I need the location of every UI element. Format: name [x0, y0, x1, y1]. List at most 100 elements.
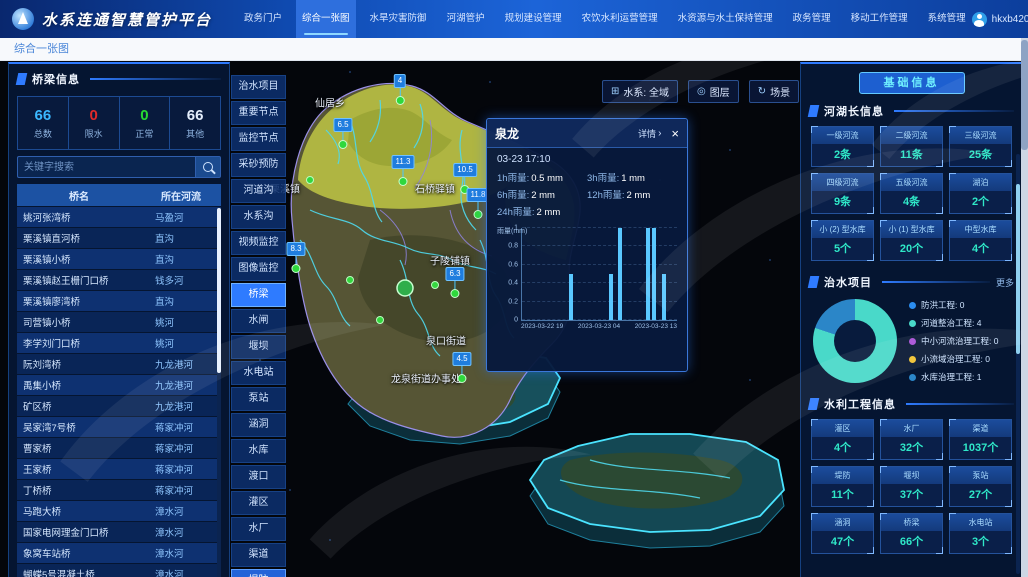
table-row[interactable]: 禹集小桥九龙港河: [17, 375, 221, 395]
engineering-stat-card[interactable]: 泵站27个: [949, 466, 1012, 507]
river-stat-card[interactable]: 二级河流11条: [880, 126, 943, 167]
layer-item-16[interactable]: 渡口: [231, 465, 286, 489]
chart-x-label: 2023-03-23 04: [578, 323, 620, 330]
map-marker[interactable]: 4: [394, 74, 406, 105]
nav-item-5[interactable]: 规划建设管理: [499, 0, 568, 38]
engineering-stat-card[interactable]: 堰坝37个: [880, 466, 943, 507]
layer-item-9[interactable]: 桥梁: [231, 283, 286, 307]
table-row[interactable]: 栗溪镇小桥直沟: [17, 249, 221, 269]
engineering-stat-card[interactable]: 灌区4个: [811, 419, 874, 460]
river-stat-card[interactable]: 一级河流2条: [811, 126, 874, 167]
nav-item-1[interactable]: 政务门户: [238, 0, 288, 38]
layer-item-7[interactable]: 视频监控: [231, 231, 286, 255]
bridge-stat: 66其他: [170, 97, 220, 149]
search-input[interactable]: [17, 156, 195, 178]
nav-item-7[interactable]: 水资源与水土保持管理: [672, 0, 779, 38]
map-tool-1[interactable]: ⊞水系: 全域: [602, 80, 678, 103]
popup-details-link[interactable]: 详情 ›: [638, 127, 661, 140]
legend-item: 水库治理工程: 1: [909, 371, 998, 383]
right-panel-scrollbar[interactable]: [1016, 154, 1020, 574]
layer-item-1[interactable]: 治水项目: [231, 75, 286, 99]
map-marker[interactable]: 11.3: [392, 155, 415, 186]
table-row[interactable]: 蝴蝶5号混凝土桥漳水河: [17, 564, 221, 577]
layer-item-15[interactable]: 水库: [231, 439, 286, 463]
layer-item-18[interactable]: 水厂: [231, 517, 286, 541]
search-button[interactable]: [195, 156, 221, 178]
rain-bar: [569, 274, 573, 320]
layer-item-12[interactable]: 水电站: [231, 361, 286, 385]
engineering-stat-card[interactable]: 堤防11个: [811, 466, 874, 507]
layer-item-2[interactable]: 重要节点: [231, 101, 286, 125]
nav-item-2[interactable]: 综合一张图: [296, 0, 356, 38]
dashboard-page: 仙居乡栗溪镇石桥驿镇子陵铺镇泉口街道龙泉街道办事处 46.511.310.511…: [0, 0, 1028, 577]
layer-item-5[interactable]: 河道沟: [231, 179, 286, 203]
marker-dot: [451, 289, 460, 298]
nav-item-9[interactable]: 移动工作管理: [845, 0, 914, 38]
nav-item-4[interactable]: 河湖管护: [441, 0, 491, 38]
table-row[interactable]: 阮刘湾桥九龙港河: [17, 354, 221, 374]
more-link[interactable]: 更多: [996, 276, 1014, 289]
user-menu[interactable]: hkxb42080201 ▾: [972, 12, 1028, 27]
nav-item-3[interactable]: 水旱灾害防御: [364, 0, 433, 38]
details-label: 详情: [638, 127, 656, 140]
river-stat-card[interactable]: 五级河流4条: [880, 173, 943, 214]
basic-info-button[interactable]: 基础信息: [859, 72, 965, 94]
table-row[interactable]: 栗溪镇廖湾桥直沟: [17, 291, 221, 311]
map-marker[interactable]: 8.3: [286, 242, 305, 273]
page-scrollbar[interactable]: [1021, 38, 1028, 577]
river-stat-card[interactable]: 三级河流25条: [949, 126, 1012, 167]
breadcrumb[interactable]: 综合一张图: [14, 43, 69, 55]
table-row[interactable]: 司营镇小桥姚河: [17, 312, 221, 332]
rain-bar: [618, 228, 622, 320]
engineering-stat-card[interactable]: 水电站3个: [949, 513, 1012, 554]
nav-item-10[interactable]: 系统管理: [922, 0, 972, 38]
table-row[interactable]: 栗溪镇赵王栅门口桥钱多河: [17, 270, 221, 290]
layer-item-17[interactable]: 灌区: [231, 491, 286, 515]
river-stat-card[interactable]: 小 (2) 型水库5个: [811, 220, 874, 261]
layer-item-13[interactable]: 泵站: [231, 387, 286, 411]
layer-item-8[interactable]: 图像监控: [231, 257, 286, 281]
layer-item-14[interactable]: 涵洞: [231, 413, 286, 437]
marker-dot: [398, 177, 407, 186]
nav-item-8[interactable]: 政务管理: [787, 0, 837, 38]
layer-item-10[interactable]: 水闸: [231, 309, 286, 333]
table-row[interactable]: 象窝车站桥漳水河: [17, 543, 221, 563]
map-marker[interactable]: 4.5: [452, 352, 471, 383]
table-row[interactable]: 王家桥蒋家冲河: [17, 459, 221, 479]
table-row[interactable]: 李学刘门口桥姚河: [17, 333, 221, 353]
map-tool-3[interactable]: ↻场景: [749, 80, 799, 103]
close-icon[interactable]: ×: [671, 127, 679, 140]
engineering-stat-card[interactable]: 渠道1037个: [949, 419, 1012, 460]
layer-item-4[interactable]: 采砂预防: [231, 153, 286, 177]
layer-item-11[interactable]: 堰坝: [231, 335, 286, 359]
engineering-stat-card[interactable]: 涵洞47个: [811, 513, 874, 554]
bridge-info-panel: 桥梁信息 66总数0限水0正常66其他 桥名 所在河流 姚河张湾桥马盈河栗溪镇直…: [8, 62, 230, 577]
nav-item-6[interactable]: 农饮水利运营管理: [576, 0, 664, 38]
table-row[interactable]: 吴家湾7号桥蒋家冲河: [17, 417, 221, 437]
panel-title: 桥梁信息: [32, 71, 80, 87]
engineering-stat-card[interactable]: 水厂32个: [880, 419, 943, 460]
table-row[interactable]: 栗溪镇直河桥直沟: [17, 228, 221, 248]
table-row[interactable]: 丁桥桥蒋家冲河: [17, 480, 221, 500]
table-row[interactable]: 马跑大桥漳水河: [17, 501, 221, 521]
river-stat-card[interactable]: 湖泊2个: [949, 173, 1012, 214]
map-marker[interactable]: 6.5: [333, 118, 352, 149]
layer-item-3[interactable]: 监控节点: [231, 127, 286, 151]
engineering-stat-card[interactable]: 桥梁66个: [880, 513, 943, 554]
observation-time: 03-23 17:10: [497, 154, 677, 165]
river-stat-card[interactable]: 小 (1) 型水库20个: [880, 220, 943, 261]
layer-item-19[interactable]: 渠道: [231, 543, 286, 567]
map-tool-2[interactable]: ◎图层: [688, 80, 739, 103]
river-stats-grid: 一级河流2条二级河流11条三级河流25条四级河流9条五级河流4条湖泊2个小 (2…: [811, 126, 1012, 261]
table-row[interactable]: 国家电网理金门口桥漳水河: [17, 522, 221, 542]
layer-item-6[interactable]: 水系沟: [231, 205, 286, 229]
map-marker[interactable]: 6.3: [445, 267, 464, 298]
table-row[interactable]: 矿区桥九龙港河: [17, 396, 221, 416]
table-scrollbar[interactable]: [217, 208, 221, 577]
river-stat-card[interactable]: 四级河流9条: [811, 173, 874, 214]
bridge-stat: 0限水: [69, 97, 120, 149]
river-stat-card[interactable]: 中型水库4个: [949, 220, 1012, 261]
table-row[interactable]: 姚河张湾桥马盈河: [17, 207, 221, 227]
layer-item-20[interactable]: 堤防: [231, 569, 286, 577]
table-row[interactable]: 曹家桥蒋家冲河: [17, 438, 221, 458]
